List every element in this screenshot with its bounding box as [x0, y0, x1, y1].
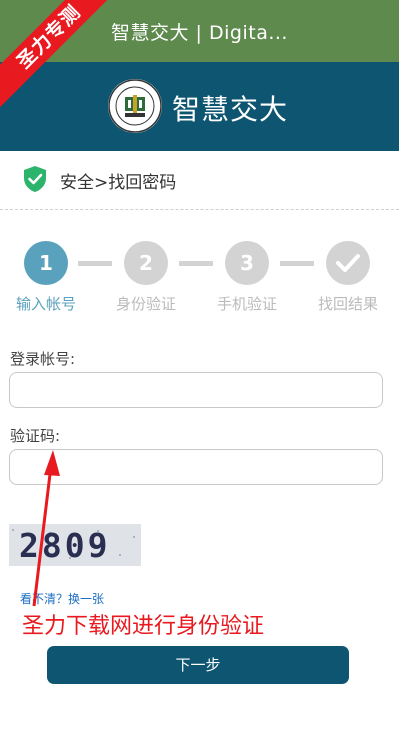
next-step-button[interactable]: 下一步 — [47, 646, 349, 684]
shield-check-icon — [24, 166, 46, 192]
step-4-indicator — [326, 241, 370, 285]
step-4-label: 找回结果 — [317, 295, 378, 313]
step-connector — [78, 261, 112, 266]
step-2-indicator: 2 — [124, 241, 168, 285]
captcha-input[interactable] — [9, 449, 383, 485]
step-1-label: 输入帐号 — [15, 295, 76, 313]
breadcrumb: 安全>找回密码 — [60, 173, 177, 193]
step-2-label: 身份验证 — [115, 295, 176, 313]
step-3-label: 手机验证 — [216, 295, 277, 313]
site-header: 智慧交大 — [0, 62, 399, 151]
account-input[interactable] — [9, 372, 383, 408]
captcha-label: 验证码: — [10, 427, 61, 445]
captcha-text: 2809 — [19, 526, 110, 565]
captcha-image[interactable]: 2809 — [9, 524, 141, 566]
brand-name: 智慧交大 — [172, 93, 289, 126]
refresh-captcha-link[interactable]: 看不清？换一张 — [20, 590, 104, 607]
university-seal-icon — [108, 79, 162, 133]
step-3-indicator: 3 — [225, 241, 269, 285]
step-connector — [179, 261, 213, 266]
step-1-indicator: 1 — [24, 241, 68, 285]
check-icon — [336, 254, 360, 272]
account-label: 登录帐号: — [10, 350, 76, 368]
annotation-text: 圣力下载网进行身份验证 — [22, 614, 265, 639]
step-connector — [280, 261, 314, 266]
